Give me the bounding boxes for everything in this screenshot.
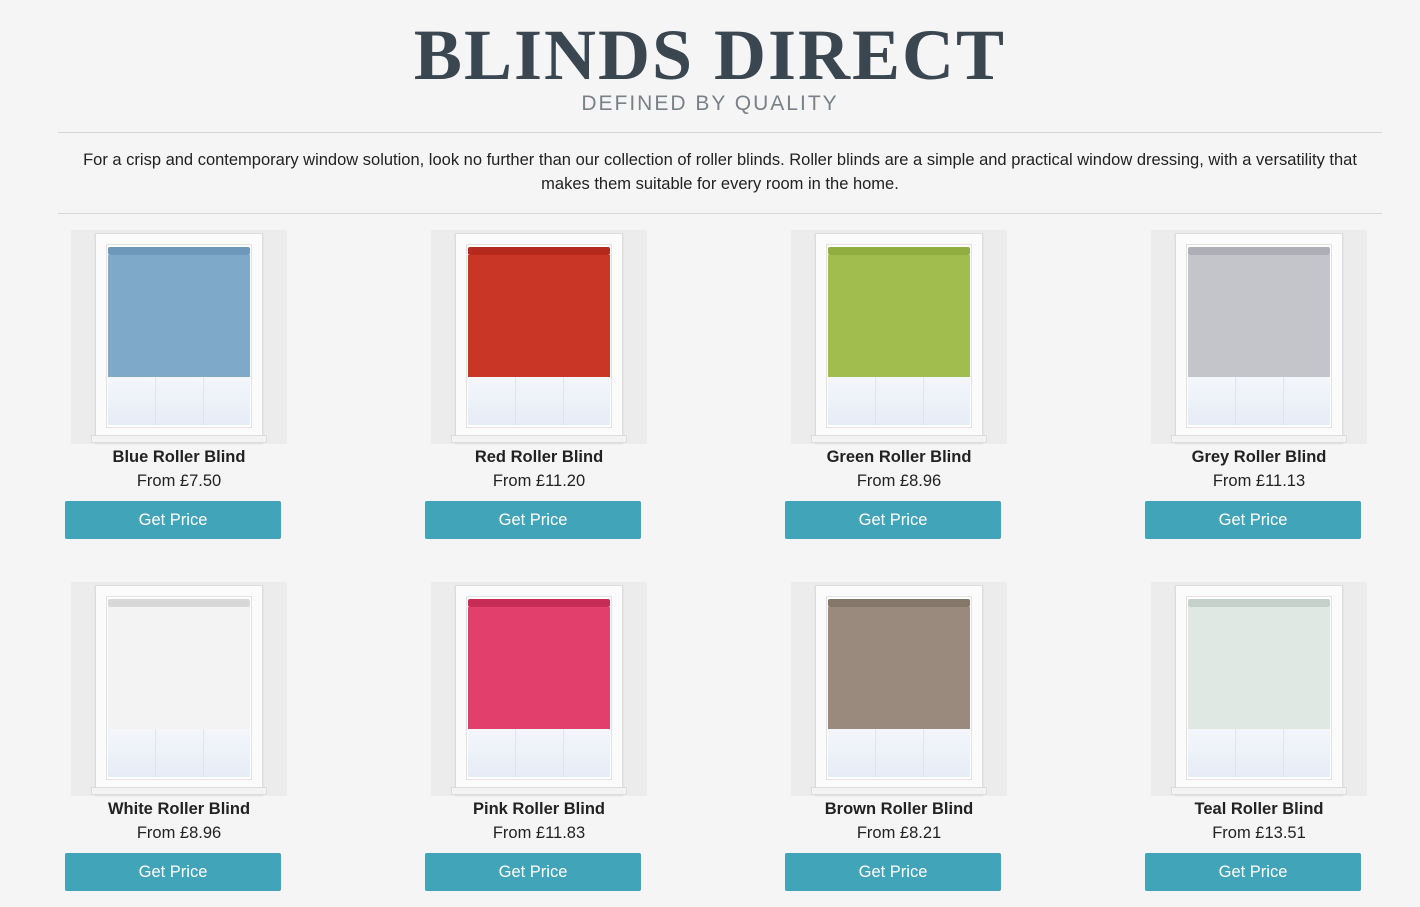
roller-headrail — [1188, 247, 1330, 255]
window-sill — [451, 435, 627, 443]
window-pane — [826, 244, 972, 428]
divider-bottom — [58, 213, 1382, 214]
product-name[interactable]: Green Roller Blind — [785, 448, 1013, 467]
window-pane — [466, 596, 612, 780]
window-pane — [106, 596, 252, 780]
window-sill — [811, 787, 987, 795]
window-frame — [455, 233, 623, 443]
product-price: From £8.96 — [136, 824, 222, 842]
category-intro: For a crisp and contemporary window solu… — [83, 151, 1357, 193]
window-pane — [1186, 244, 1332, 428]
product-image[interactable] — [431, 582, 647, 796]
product-price: From £8.96 — [856, 472, 942, 490]
product-name[interactable]: Blue Roller Blind — [65, 448, 293, 467]
window-frame — [95, 233, 263, 443]
window-frame — [815, 233, 983, 443]
window-sill — [91, 787, 267, 795]
divider-top — [58, 132, 1382, 133]
product-image[interactable] — [1151, 230, 1367, 444]
roller-headrail — [108, 599, 250, 607]
site-tagline: DEFINED BY QUALITY — [581, 92, 839, 115]
get-price-button[interactable]: Get Price — [1145, 501, 1361, 539]
window-glass — [468, 729, 610, 777]
product-image[interactable] — [791, 230, 1007, 444]
window-glass — [828, 729, 970, 777]
site-header: BLINDS DIRECT DEFINED BY QUALITY — [0, 0, 1420, 116]
roller-headrail — [468, 599, 610, 607]
product-price: From £7.50 — [136, 472, 222, 490]
product-name[interactable]: Pink Roller Blind — [425, 800, 653, 819]
blind-fabric — [468, 255, 610, 377]
get-price-button[interactable]: Get Price — [65, 501, 281, 539]
roller-headrail — [1188, 599, 1330, 607]
get-price-button[interactable]: Get Price — [785, 853, 1001, 891]
window-frame — [815, 585, 983, 795]
blind-fabric — [108, 255, 250, 377]
site-logo[interactable]: BLINDS DIRECT — [0, 18, 1420, 92]
product-name[interactable]: Brown Roller Blind — [785, 800, 1013, 819]
window-frame — [1175, 233, 1343, 443]
window-pane — [106, 244, 252, 428]
product-name[interactable]: White Roller Blind — [65, 800, 293, 819]
roller-headrail — [468, 247, 610, 255]
product-image[interactable] — [71, 230, 287, 444]
product-price: From £11.13 — [1212, 472, 1306, 490]
window-pane — [826, 596, 972, 780]
product-price: From £11.20 — [492, 472, 586, 490]
window-glass — [468, 377, 610, 425]
roller-headrail — [108, 247, 250, 255]
window-pane — [1186, 596, 1332, 780]
window-sill — [1171, 787, 1347, 795]
product-price: From £11.83 — [492, 824, 586, 842]
product-image[interactable] — [791, 582, 1007, 796]
blind-fabric — [468, 607, 610, 729]
window-sill — [451, 787, 627, 795]
blind-fabric — [828, 255, 970, 377]
get-price-button[interactable]: Get Price — [1145, 853, 1361, 891]
blind-fabric — [828, 607, 970, 729]
window-sill — [1171, 435, 1347, 443]
window-sill — [811, 435, 987, 443]
window-frame — [95, 585, 263, 795]
window-glass — [828, 377, 970, 425]
window-glass — [1188, 729, 1330, 777]
get-price-button[interactable]: Get Price — [425, 853, 641, 891]
product-price: From £13.51 — [1212, 824, 1306, 842]
product-name[interactable]: Red Roller Blind — [425, 448, 653, 467]
blind-fabric — [1188, 607, 1330, 729]
get-price-button[interactable]: Get Price — [785, 501, 1001, 539]
product-price: From £8.21 — [856, 824, 942, 842]
product-name[interactable]: Grey Roller Blind — [1145, 448, 1373, 467]
roller-headrail — [828, 247, 970, 255]
blind-fabric — [1188, 255, 1330, 377]
window-sill — [91, 435, 267, 443]
get-price-button[interactable]: Get Price — [425, 501, 641, 539]
window-glass — [1188, 377, 1330, 425]
product-image[interactable] — [1151, 582, 1367, 796]
window-frame — [455, 585, 623, 795]
product-name[interactable]: Teal Roller Blind — [1145, 800, 1373, 819]
window-frame — [1175, 585, 1343, 795]
blind-fabric — [108, 607, 250, 729]
window-glass — [108, 377, 250, 425]
product-image[interactable] — [431, 230, 647, 444]
get-price-button[interactable]: Get Price — [65, 853, 281, 891]
window-pane — [466, 244, 612, 428]
window-glass — [108, 729, 250, 777]
product-image[interactable] — [71, 582, 287, 796]
roller-headrail — [828, 599, 970, 607]
